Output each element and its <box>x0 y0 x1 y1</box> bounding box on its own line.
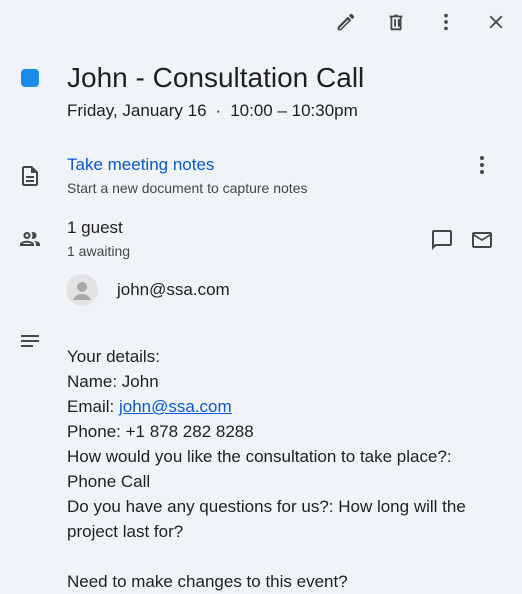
take-meeting-notes-link[interactable]: Take meeting notes <box>67 155 214 175</box>
chat-guests-button[interactable] <box>429 228 455 252</box>
more-options-button[interactable] <box>426 8 466 36</box>
people-icon <box>18 227 42 251</box>
description-line: How would you like the consultation to t… <box>67 447 452 466</box>
description-email-link[interactable]: john@ssa.com <box>119 397 232 416</box>
event-color-chip <box>21 69 39 87</box>
event-description: Your details: Name: John Email: john@ssa… <box>67 344 507 594</box>
pencil-icon <box>337 13 355 31</box>
email-label: Email: <box>67 397 119 416</box>
notes-subtitle: Start a new document to capture notes <box>67 180 308 196</box>
description-line: Do you have any questions for us?: How l… <box>67 497 466 541</box>
guest-awaiting: 1 awaiting <box>67 243 131 259</box>
guest-count: 1 guest <box>67 218 123 237</box>
description-line: Phone: +1 878 282 8288 <box>67 422 254 441</box>
edit-button[interactable] <box>326 8 366 36</box>
notes-more-button[interactable] <box>470 153 494 177</box>
event-time: 10:00 – 10:30pm <box>230 101 358 120</box>
event-date: Friday, January 16 <box>67 101 207 120</box>
close-button[interactable] <box>476 8 516 36</box>
chat-icon <box>432 230 452 250</box>
description-line: Phone Call <box>67 472 151 491</box>
description-icon <box>18 331 42 355</box>
close-icon <box>489 15 503 29</box>
description-line: Your details: <box>67 347 160 366</box>
mail-icon <box>472 232 492 248</box>
document-icon <box>18 164 42 188</box>
trash-icon <box>389 14 403 31</box>
more-vert-icon <box>480 156 484 174</box>
event-title: John - Consultation Call <box>67 62 365 93</box>
avatar <box>66 274 98 306</box>
event-datetime: Friday, January 16 · 10:00 – 10:30pm <box>67 101 358 121</box>
delete-button[interactable] <box>376 8 416 36</box>
datetime-separator: · <box>215 101 222 120</box>
more-vert-icon <box>444 13 448 31</box>
guest-email[interactable]: john@ssa.com <box>117 280 230 300</box>
description-line: Email: john@ssa.com <box>67 394 507 419</box>
description-line: Need to make changes to this event? <box>67 572 348 591</box>
event-toolbar <box>316 8 516 36</box>
description-line: Name: John <box>67 372 159 391</box>
email-guests-button[interactable] <box>469 228 495 252</box>
